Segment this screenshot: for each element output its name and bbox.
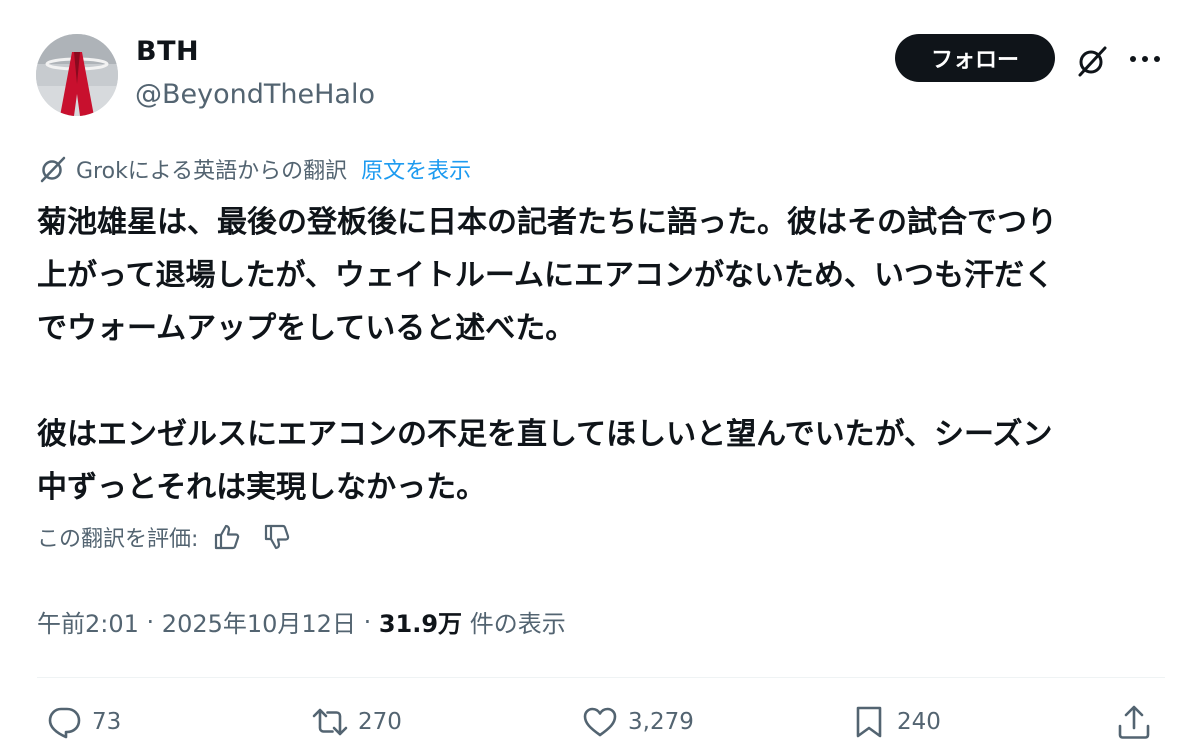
tweet-text: 菊池雄星は、最後の登板後に日本の記者たちに語った。彼はその試合でつり 上がって退… [37,205,1057,505]
show-original-link[interactable]: 原文を表示 [361,153,471,185]
repost-button[interactable]: 270 [312,704,402,740]
grok-icon[interactable] [1075,44,1109,78]
view-count-label [462,608,470,636]
like-button[interactable]: 3,279 [582,704,694,740]
share-button[interactable] [1116,704,1152,740]
author-handle[interactable]: @BeyondTheHalo [135,79,375,110]
tweet-date[interactable]: 2025年10月12日 [162,604,356,639]
bookmark-icon [856,706,882,738]
tweet-metadata: 午前2:01 · 2025年10月12日 · 31.9万 件の表示 [37,604,566,639]
avatar[interactable] [36,34,118,116]
divider [37,677,1165,678]
author-name[interactable]: BTH [136,36,199,67]
view-count: 31.9万 [378,610,463,638]
rate-translation-label: この翻訳を評価: [37,527,199,552]
grok-translate-icon [40,156,66,183]
tweet-time[interactable]: 午前2:01 [37,604,139,639]
rate-translation: この翻訳を評価: [37,521,292,553]
repost-icon [312,708,348,736]
separator: · [355,607,379,636]
repost-count: 270 [358,709,402,735]
reply-count: 73 [92,709,122,735]
bookmark-button[interactable]: 240 [851,704,941,740]
halo-logo-avatar [36,34,118,116]
share-icon [1118,705,1150,739]
follow-button[interactable]: フォロー [895,34,1055,82]
view-count-suffix: 件の表示 [469,610,566,638]
dot [1142,56,1148,62]
reply-button[interactable]: 73 [46,704,121,740]
reply-icon [48,707,81,739]
more-options-icon[interactable] [1130,56,1164,68]
translation-notice: Grokによる英語からの翻訳 原文を表示 [38,153,471,185]
bookmark-count: 240 [897,709,941,735]
thumbs-down-icon[interactable] [262,522,292,552]
separator: · [138,607,162,636]
dot [1130,56,1136,62]
heart-icon [583,707,617,737]
like-count: 3,279 [628,709,694,735]
translation-notice-text: Grokによる英語からの翻訳 [76,159,348,184]
dot [1154,56,1160,62]
thumbs-up-icon[interactable] [212,522,242,552]
